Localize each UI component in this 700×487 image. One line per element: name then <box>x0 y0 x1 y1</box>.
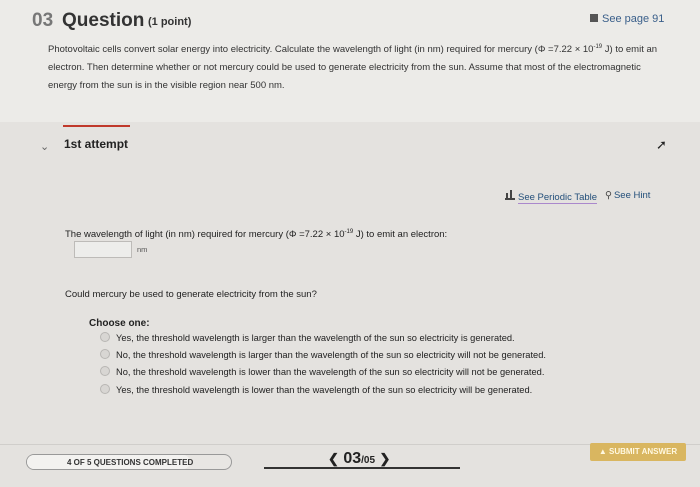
submit-icon: ▲ <box>598 447 607 456</box>
question-text-line1-end: J) to emit an <box>602 44 658 56</box>
submit-label: SUBMIT ANSWER <box>609 447 678 456</box>
current-question-number: 03 <box>343 450 362 467</box>
attempt-panel <box>0 122 700 487</box>
radio-button[interactable] <box>100 349 110 359</box>
option-3[interactable]: No, the threshold wavelength is lower th… <box>100 366 544 377</box>
unit-label: nm <box>137 245 148 254</box>
option-label: No, the threshold wavelength is lower th… <box>116 367 545 377</box>
question-text-line1: Photovoltaic cells convert solar energy … <box>48 44 594 56</box>
part1-exponent: -19 <box>344 229 354 235</box>
question-points: (1 point) <box>148 16 192 28</box>
book-icon <box>590 14 598 22</box>
question-text-line2: electron. Then determine whether or not … <box>48 62 641 74</box>
part1-prompt-text: The wavelength of light (in nm) required… <box>65 229 345 241</box>
question-number: 03 <box>32 10 54 31</box>
pin-icon[interactable]: ➚ <box>656 137 667 153</box>
progress-text: 4 OF 5 QUESTIONS COMPLETED <box>67 458 194 467</box>
see-page-link[interactable]: See page 91 <box>590 13 664 25</box>
radio-button[interactable] <box>100 384 110 394</box>
option-label: Yes, the threshold wavelength is lower t… <box>116 385 533 395</box>
question-exponent: -19 <box>593 44 603 50</box>
progress-bar: 4 OF 5 QUESTIONS COMPLETED <box>26 454 232 470</box>
next-question-button[interactable]: ❯ <box>380 451 391 466</box>
question-text-line3: energy from the sun is in the visible re… <box>48 80 285 92</box>
option-1[interactable]: Yes, the threshold wavelength is larger … <box>100 332 515 343</box>
option-label: Yes, the threshold wavelength is larger … <box>116 333 515 343</box>
chevron-down-icon[interactable]: ⌄ <box>40 140 49 153</box>
hint-label: See Hint <box>613 190 651 201</box>
part1-prompt-end: J) to emit an electron: <box>353 229 448 241</box>
option-label: No, the threshold wavelength is larger t… <box>116 350 546 360</box>
question-navigator: ❮ 03/05 ❯ <box>328 450 390 468</box>
attempt-tab-indicator <box>63 125 130 127</box>
option-2[interactable]: No, the threshold wavelength is larger t… <box>100 349 546 360</box>
radio-button[interactable] <box>100 366 110 376</box>
question-title: Question <box>62 10 145 31</box>
choose-one-label: Choose one: <box>89 318 150 329</box>
navigator-underline <box>264 467 460 469</box>
wavelength-input[interactable] <box>74 241 132 258</box>
see-hint-link[interactable]: ⚲ See Hint <box>605 190 650 201</box>
see-page-label: See page 91 <box>602 13 665 25</box>
bar-chart-icon <box>505 190 515 200</box>
attempt-label[interactable]: 1st attempt <box>64 137 128 151</box>
periodic-table-label: See Periodic Table <box>518 192 598 204</box>
previous-question-button[interactable]: ❮ <box>328 451 339 466</box>
lightbulb-icon: ⚲ <box>605 190 612 201</box>
option-4[interactable]: Yes, the threshold wavelength is lower t… <box>100 384 532 395</box>
total-questions: /05 <box>361 455 376 466</box>
part2-prompt: Could mercury be used to generate electr… <box>65 289 317 300</box>
question-text: Photovoltaic cells convert solar energy … <box>48 38 658 95</box>
radio-button[interactable] <box>100 332 110 342</box>
part1-prompt: The wavelength of light (in nm) required… <box>65 229 447 240</box>
submit-answer-button[interactable]: ▲ SUBMIT ANSWER <box>590 443 686 461</box>
see-periodic-table-link[interactable]: See Periodic Table <box>505 190 598 204</box>
